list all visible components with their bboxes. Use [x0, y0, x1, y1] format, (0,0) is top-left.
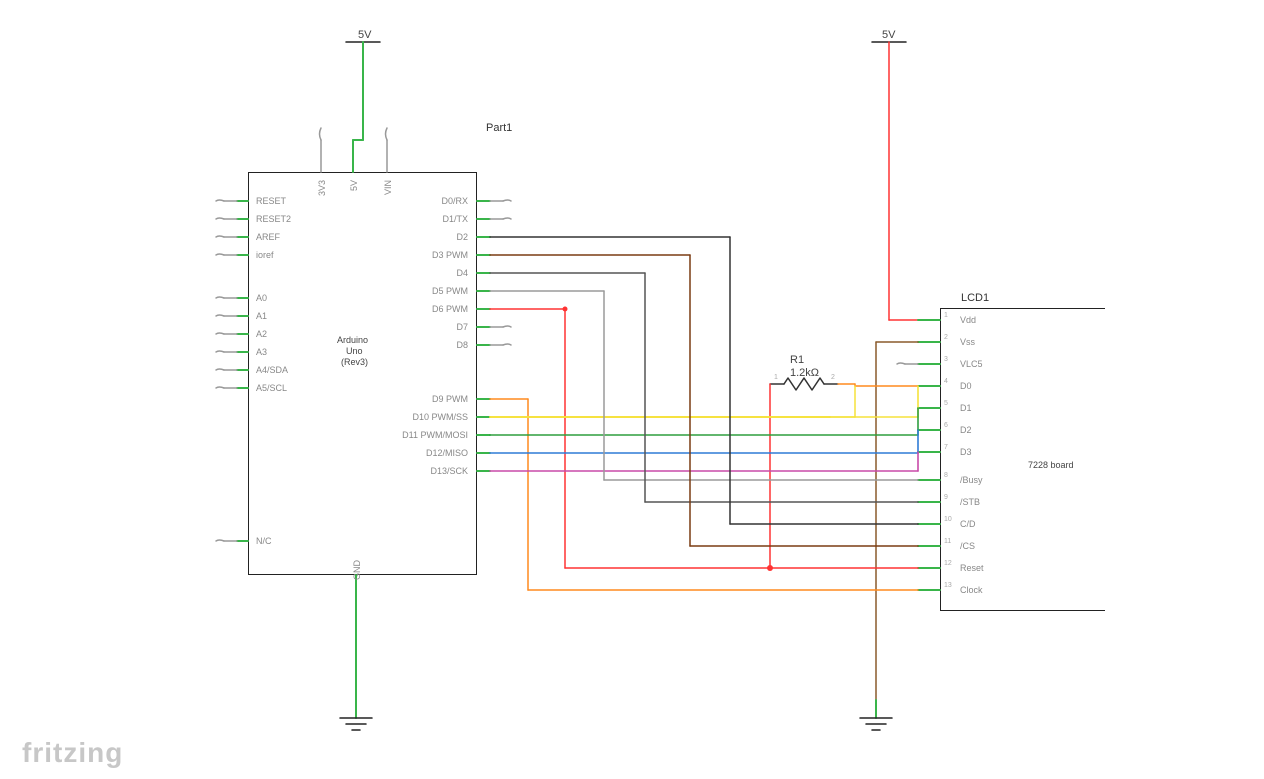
- lcd-pin-6: D2: [960, 425, 972, 435]
- lcd-pin-3: VLC5: [960, 359, 983, 369]
- lcd-pin-12-n: 12: [944, 560, 952, 567]
- pin-d13: D13/SCK: [430, 466, 468, 476]
- lcd-pin-12: Reset: [960, 563, 984, 573]
- lcd-pin-9: /STB: [960, 497, 980, 507]
- lcd-name: 7228 board: [1028, 460, 1074, 470]
- resistor-pin-1: 1: [774, 374, 778, 381]
- pin-d1: D1/TX: [442, 214, 468, 224]
- arduino-name-2: Uno: [346, 346, 363, 356]
- lcd-pin-13-n: 13: [944, 582, 952, 589]
- power-5v-right: 5V: [882, 29, 895, 41]
- pin-a0: A0: [256, 293, 267, 303]
- pin-ioref: ioref: [256, 250, 274, 260]
- fritzing-logo: fritzing: [22, 737, 123, 769]
- lcd-title: LCD1: [961, 292, 989, 304]
- pin-d12: D12/MISO: [426, 448, 468, 458]
- pin-d0: D0/RX: [441, 196, 468, 206]
- schematic-canvas: Part1 Arduino Uno (Rev3) LCD1 7228 board…: [0, 0, 1264, 779]
- pin-d10: D10 PWM/SS: [412, 412, 468, 422]
- pin-reset2: RESET2: [256, 214, 291, 224]
- pin-a1: A1: [256, 311, 267, 321]
- pin-d7: D7: [456, 322, 468, 332]
- arduino-name-3: (Rev3): [341, 357, 368, 367]
- pin-d4: D4: [456, 268, 468, 278]
- arduino-name-1: Arduino: [337, 335, 368, 345]
- lcd-pin-11-n: 11: [944, 538, 951, 545]
- pin-d6: D6 PWM: [432, 304, 468, 314]
- lcd-pin-7: D3: [960, 447, 972, 457]
- lcd-pin-9-n: 9: [944, 494, 948, 501]
- pin-reset: RESET: [256, 196, 286, 206]
- lcd-pin-4: D0: [960, 381, 972, 391]
- pin-aref: AREF: [256, 232, 280, 242]
- pin-a2: A2: [256, 329, 267, 339]
- pin-a4: A4/SDA: [256, 365, 288, 375]
- pin-3v3: 3V3: [317, 180, 327, 196]
- pin-d11: D11 PWM/MOSI: [402, 430, 468, 440]
- lcd-pin-7-n: 7: [944, 444, 948, 451]
- pin-d3: D3 PWM: [432, 250, 468, 260]
- power-5v-left: 5V: [358, 29, 371, 41]
- pin-a3: A3: [256, 347, 267, 357]
- lcd-pin-3-n: 3: [944, 356, 948, 363]
- pin-d2: D2: [456, 232, 468, 242]
- lcd-pin-4-n: 4: [944, 378, 948, 385]
- lcd-pin-6-n: 6: [944, 422, 948, 429]
- resistor-pin-2: 2: [831, 374, 835, 381]
- lcd-pin-13: Clock: [960, 585, 983, 595]
- lcd-pin-8: /Busy: [960, 475, 983, 485]
- lcd-pin-5-n: 5: [944, 400, 948, 407]
- lcd-pin-10-n: 10: [944, 516, 952, 523]
- pin-5v: 5V: [349, 180, 359, 191]
- lcd-pin-1: Vdd: [960, 315, 976, 325]
- lcd-pin-5: D1: [960, 403, 972, 413]
- pin-d5: D5 PWM: [432, 286, 468, 296]
- lcd-pin-10: C/D: [960, 519, 976, 529]
- pin-nc: N/C: [256, 536, 272, 546]
- pin-vin: VIN: [383, 180, 393, 195]
- resistor-value: 1.2kΩ: [790, 367, 819, 379]
- lcd-pin-2-n: 2: [944, 334, 948, 341]
- pin-gnd: GND: [352, 560, 362, 580]
- part1-title: Part1: [486, 122, 512, 134]
- pin-a5: A5/SCL: [256, 383, 287, 393]
- resistor-ref: R1: [790, 354, 804, 366]
- pin-d9: D9 PWM: [432, 394, 468, 404]
- lcd-pin-11: /CS: [960, 541, 975, 551]
- lcd-pin-8-n: 8: [944, 472, 948, 479]
- lcd-pin-1-n: 1: [944, 312, 948, 319]
- lcd-pin-2: Vss: [960, 337, 975, 347]
- pin-d8: D8: [456, 340, 468, 350]
